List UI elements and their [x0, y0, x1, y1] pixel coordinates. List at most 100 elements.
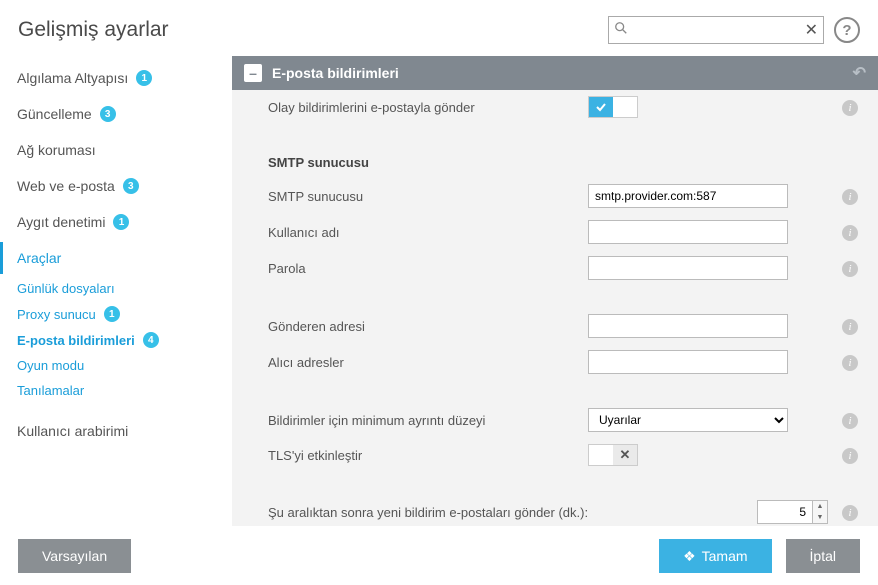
smtp-server-input[interactable]: [588, 184, 788, 208]
spin-up-button[interactable]: ▲: [813, 501, 827, 512]
revert-icon[interactable]: ↶: [853, 63, 866, 83]
sidebar-item-label: Proxy sunucu: [17, 307, 96, 322]
sidebar-item-label: Tanılamalar: [17, 383, 84, 398]
badge: 1: [136, 70, 152, 86]
row-username: Kullanıcı adı i: [232, 214, 878, 250]
username-input[interactable]: [588, 220, 788, 244]
toggle-off: [613, 97, 637, 117]
row-blank: [232, 472, 878, 494]
ok-label: Tamam: [702, 548, 748, 564]
label: Kullanıcı adı: [268, 225, 588, 240]
sidebar-item-webemail[interactable]: Web ve e-posta3: [0, 170, 232, 202]
row-blank: [232, 380, 878, 402]
label: Bildirimler için minimum ayrıntı düzeyi: [268, 413, 588, 428]
row-recipient: Alıcı adresler i: [232, 344, 878, 380]
section-header: – E-posta bildirimleri ↶: [232, 56, 878, 90]
sidebar-item-label: Kullanıcı arabirimi: [17, 423, 128, 439]
sidebar-item-detection[interactable]: Algılama Altyapısı 1: [0, 62, 232, 94]
sidebar-sub-logs[interactable]: Günlük dosyaları: [0, 278, 232, 299]
row-send-events: Olay bildirimlerini e-postayla gönder i: [232, 90, 878, 124]
default-button[interactable]: Varsayılan: [18, 539, 131, 573]
sidebar-item-label: Araçlar: [17, 250, 61, 266]
label: Şu aralıktan sonra yeni bildirim e-posta…: [268, 505, 628, 520]
info-icon[interactable]: i: [836, 411, 864, 429]
badge: 3: [123, 178, 139, 194]
sidebar-sub-game[interactable]: Oyun modu: [0, 355, 232, 376]
control: [588, 350, 788, 374]
sidebar-sub-proxy[interactable]: Proxy sunucu 1: [0, 303, 232, 325]
row-interval: Şu aralıktan sonra yeni bildirim e-posta…: [232, 494, 878, 526]
sidebar: Algılama Altyapısı1 Güncelleme3 Ağ korum…: [0, 56, 232, 526]
sidebar-item-label: E-posta bildirimleri: [17, 333, 135, 348]
sidebar-item-label: Güncelleme: [17, 106, 92, 122]
row-blank: [232, 286, 878, 308]
info-icon[interactable]: i: [836, 98, 864, 116]
verbosity-select[interactable]: Uyarılar: [588, 408, 788, 432]
row-blank: [232, 124, 878, 146]
control: [588, 96, 788, 118]
toggle-x-side: ✕: [613, 445, 637, 465]
sidebar-item-label: Aygıt denetimi: [17, 214, 105, 230]
sidebar-item-ui[interactable]: Kullanıcı arabirimi: [0, 415, 232, 447]
header: Gelişmiş ayarlar ✕ ?: [0, 0, 878, 56]
cancel-button[interactable]: İptal: [786, 539, 860, 573]
control: [588, 314, 788, 338]
spin-down-button[interactable]: ▼: [813, 512, 827, 523]
label: SMTP sunucusu: [268, 189, 588, 204]
sidebar-item-device[interactable]: Aygıt denetimi 1: [0, 206, 232, 238]
sender-input[interactable]: [588, 314, 788, 338]
control: Uyarılar: [588, 408, 788, 432]
info-icon[interactable]: i: [836, 223, 864, 241]
label: Alıcı adresler: [268, 355, 588, 370]
info-icon[interactable]: i: [836, 317, 864, 335]
sidebar-item-label: Ağ koruması: [17, 142, 96, 158]
label: Parola: [268, 261, 588, 276]
help-button[interactable]: ?: [834, 17, 860, 43]
row-verbosity: Bildirimler için minimum ayrıntı düzeyi …: [232, 402, 878, 438]
search-box: ✕: [608, 16, 824, 44]
sidebar-item-tools[interactable]: Araçlar: [0, 242, 232, 274]
row-smtp-header: SMTP sunucusu: [232, 146, 878, 178]
info-icon[interactable]: i: [836, 353, 864, 371]
collapse-button[interactable]: –: [244, 64, 262, 82]
spinner: ▲ ▼: [813, 500, 828, 524]
search-clear-button[interactable]: ✕: [805, 20, 818, 40]
recipient-input[interactable]: [588, 350, 788, 374]
info-icon[interactable]: i: [836, 187, 864, 205]
toggle-send-events[interactable]: [588, 96, 638, 118]
label: SMTP sunucusu: [268, 155, 588, 170]
password-input[interactable]: [588, 256, 788, 280]
badge: 1: [104, 306, 120, 322]
toggle-on: [589, 97, 613, 117]
section-title: E-posta bildirimleri: [272, 65, 399, 81]
shield-icon: ❖: [683, 548, 696, 565]
toggle-tls[interactable]: ✕: [588, 444, 638, 466]
toggle-off-side: [589, 445, 613, 465]
main: Algılama Altyapısı1 Güncelleme3 Ağ korum…: [0, 56, 878, 526]
sidebar-sub-email[interactable]: E-posta bildirimleri 4: [0, 329, 232, 351]
sidebar-item-label: Oyun modu: [17, 358, 84, 373]
content: – E-posta bildirimleri ↶ Olay bildirimle…: [232, 56, 878, 526]
info-icon[interactable]: i: [836, 446, 864, 464]
row-smtp-server: SMTP sunucusu i: [232, 178, 878, 214]
footer: Varsayılan ❖ Tamam İptal: [0, 527, 878, 585]
header-right: ✕ ?: [608, 16, 860, 44]
info-icon[interactable]: i: [836, 503, 864, 521]
ok-button[interactable]: ❖ Tamam: [659, 539, 771, 573]
info-icon[interactable]: i: [836, 259, 864, 277]
sidebar-sub-diag[interactable]: Tanılamalar: [0, 380, 232, 401]
footer-right: ❖ Tamam İptal: [659, 539, 860, 573]
label: Gönderen adresi: [268, 319, 588, 334]
search-input[interactable]: [608, 16, 824, 44]
badge: 4: [143, 332, 159, 348]
sidebar-item-update[interactable]: Güncelleme3: [0, 98, 232, 130]
sidebar-item-label: Algılama Altyapısı: [17, 70, 128, 86]
badge: 1: [113, 214, 129, 230]
interval-input[interactable]: [757, 500, 813, 524]
row-password: Parola i: [232, 250, 878, 286]
control: [588, 256, 788, 280]
control: ✕: [588, 444, 788, 466]
sidebar-item-label: Günlük dosyaları: [17, 281, 115, 296]
control: [588, 184, 788, 208]
sidebar-item-network[interactable]: Ağ koruması: [0, 134, 232, 166]
